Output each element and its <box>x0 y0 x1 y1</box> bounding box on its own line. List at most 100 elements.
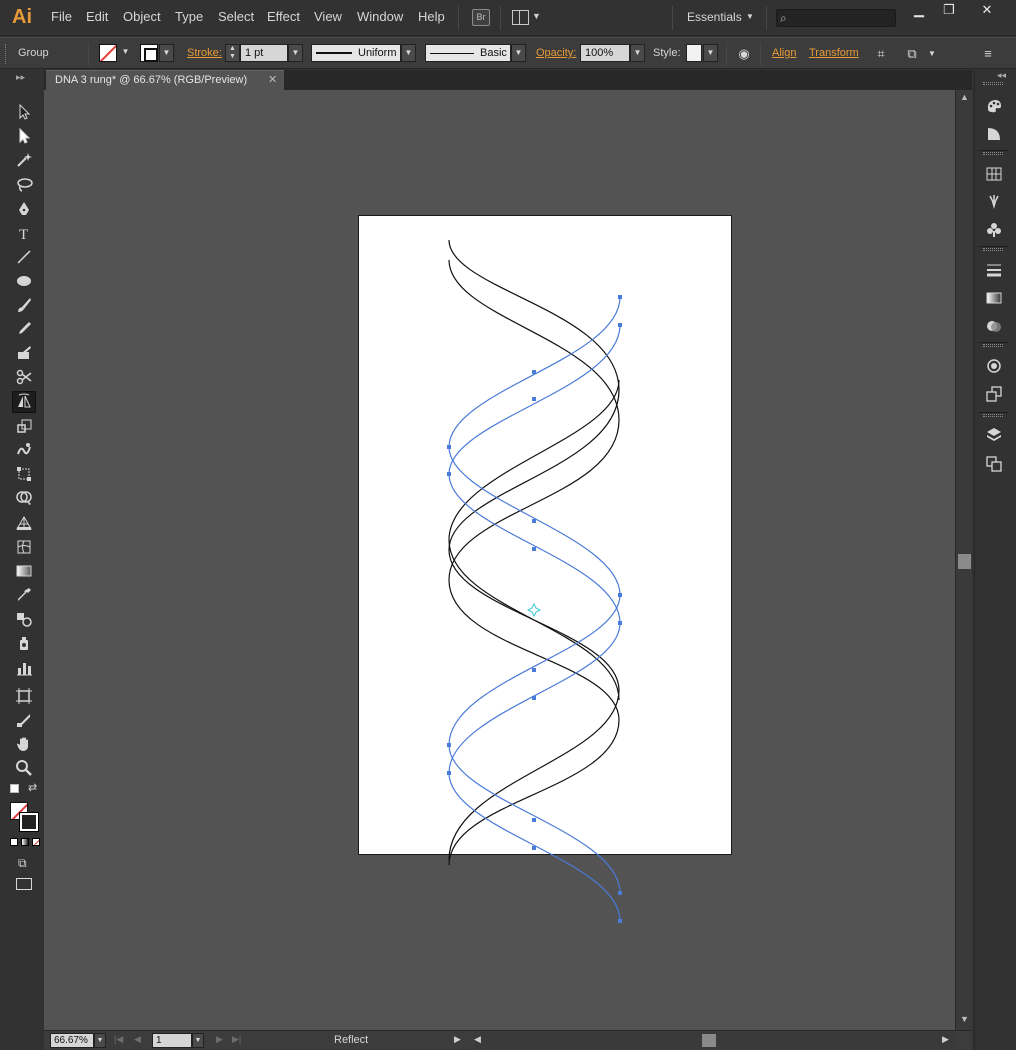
default-fill-stroke-icon[interactable] <box>10 784 19 793</box>
chevron-down-icon[interactable]: ▼ <box>630 44 645 62</box>
panel-group-grip[interactable] <box>983 344 1003 347</box>
anchor-point[interactable] <box>447 472 451 476</box>
reflect-origin-icon[interactable] <box>526 602 542 618</box>
menu-help[interactable]: Help <box>418 9 445 24</box>
chevron-down-icon[interactable]: ▼ <box>532 11 541 21</box>
swap-fill-stroke-icon[interactable]: ⇄ <box>28 781 37 794</box>
panel-color[interactable] <box>983 95 1005 117</box>
next-artboard-icon[interactable]: ▶ <box>216 1034 223 1045</box>
artwork[interactable] <box>44 90 955 1030</box>
horizontal-scrollbar[interactable]: ◀ ▶ <box>474 1032 954 1049</box>
brush-definition[interactable]: Basic <box>425 44 511 62</box>
panel-gradient-panel[interactable] <box>983 287 1005 309</box>
chevron-down-icon[interactable]: ▼ <box>703 44 718 62</box>
panel-group-grip[interactable] <box>983 414 1003 417</box>
menu-edit[interactable]: Edit <box>86 9 108 24</box>
tool-ellipse[interactable] <box>12 270 36 292</box>
tool-direct-selection[interactable] <box>12 125 36 147</box>
scroll-left-icon[interactable]: ◀ <box>474 1034 481 1045</box>
color-mode-icon[interactable] <box>10 838 18 846</box>
panel-graphic-styles[interactable] <box>983 383 1005 405</box>
tool-paintbrush[interactable] <box>12 294 36 316</box>
variable-width-profile[interactable]: Uniform <box>311 44 401 62</box>
chevron-down-icon[interactable]: ▼ <box>924 46 940 62</box>
fill-swatch[interactable] <box>99 44 117 62</box>
tool-pencil[interactable] <box>12 318 36 340</box>
anchor-point[interactable] <box>532 547 536 551</box>
draw-mode-icon[interactable]: ⧉ <box>18 856 27 871</box>
vertical-scrollbar[interactable]: ▲ ▼ <box>955 90 972 1030</box>
transform-panel-link[interactable]: Transform <box>809 47 859 59</box>
menu-file[interactable]: File <box>51 9 72 24</box>
panel-brushes[interactable] <box>983 191 1005 213</box>
tool-scale[interactable] <box>12 415 36 437</box>
helix-strand-selected-1[interactable] <box>448 296 621 894</box>
horizontal-scroll-thumb[interactable] <box>702 1034 716 1047</box>
chevron-down-icon[interactable]: ▼ <box>401 44 416 62</box>
stroke-weight-stepper[interactable]: ▲ ▼ <box>225 44 240 62</box>
tool-magic-wand[interactable] <box>12 149 36 171</box>
artboard-number-field[interactable]: 1 <box>152 1033 192 1048</box>
tool-shape-builder[interactable] <box>12 487 36 509</box>
stroke-weight-field[interactable]: 1 pt <box>240 44 288 62</box>
panel-color-guide[interactable] <box>983 123 1005 145</box>
tool-artboard[interactable] <box>12 685 36 707</box>
tool-blend[interactable] <box>12 608 36 630</box>
tool-mesh[interactable] <box>12 536 36 558</box>
anchor-point[interactable] <box>618 323 622 327</box>
chevron-down-icon[interactable]: ▼ <box>192 1033 204 1048</box>
anchor-point[interactable] <box>447 743 451 747</box>
tool-blob-brush[interactable] <box>12 342 36 364</box>
zoom-field[interactable]: 66.67% <box>50 1033 94 1048</box>
expand-panels-icon[interactable]: ◂◂ <box>997 70 1006 81</box>
panel-group-grip[interactable] <box>983 248 1003 251</box>
chevron-down-icon[interactable]: ▼ <box>746 12 754 21</box>
anchor-point[interactable] <box>447 771 451 775</box>
stroke-color-icon[interactable] <box>19 812 39 832</box>
panel-transparency[interactable] <box>983 315 1005 337</box>
vertical-scroll-thumb[interactable] <box>958 554 971 569</box>
chevron-down-icon[interactable]: ▼ <box>159 44 174 62</box>
scroll-right-icon[interactable]: ▶ <box>942 1034 949 1045</box>
first-artboard-icon[interactable]: |◀ <box>114 1034 123 1045</box>
anchor-point[interactable] <box>618 891 622 895</box>
tool-scissors[interactable] <box>12 366 36 388</box>
previous-artboard-icon[interactable]: ◀ <box>134 1034 141 1045</box>
restore-button[interactable]: ❐ <box>934 2 964 18</box>
stroke-swatch[interactable] <box>140 44 158 62</box>
menu-view[interactable]: View <box>314 9 342 24</box>
anchor-point[interactable] <box>618 593 622 597</box>
canvas[interactable] <box>44 90 955 1030</box>
grip[interactable] <box>5 44 8 64</box>
recolor-artwork-icon[interactable]: ◉ <box>736 46 752 62</box>
panel-group-grip[interactable] <box>983 152 1003 155</box>
tool-perspective-grid[interactable] <box>12 512 36 534</box>
graphic-style-swatch[interactable] <box>686 44 702 62</box>
menu-effect[interactable]: Effect <box>267 9 300 24</box>
tool-reflect[interactable] <box>12 391 36 413</box>
chevron-right-icon[interactable]: ▶ <box>454 1034 461 1045</box>
screen-mode-icon[interactable] <box>16 878 32 890</box>
chevron-down-icon[interactable]: ▼ <box>511 44 526 62</box>
chevron-down-icon[interactable]: ▼ <box>118 44 133 62</box>
tool-lasso[interactable] <box>12 174 36 196</box>
anchor-point[interactable] <box>532 519 536 523</box>
select-similar-icon[interactable]: ⧉ <box>904 46 920 62</box>
tool-zoom[interactable] <box>12 757 36 779</box>
tool-symbol-sprayer[interactable] <box>12 632 36 654</box>
document-tab[interactable]: DNA 3 rung* @ 66.67% (RGB/Preview) ✕ <box>46 70 284 90</box>
gradient-mode-icon[interactable] <box>21 838 29 846</box>
status-current-tool[interactable]: Reflect <box>334 1034 368 1046</box>
workspace-switcher[interactable]: Essentials <box>687 10 742 24</box>
tool-gradient[interactable] <box>12 560 36 582</box>
opacity-panel-link[interactable]: Opacity: <box>536 47 576 59</box>
panel-layers[interactable] <box>983 424 1005 446</box>
panel-swatches[interactable] <box>983 163 1005 185</box>
tool-slice[interactable] <box>12 709 36 731</box>
tool-free-transform[interactable] <box>12 463 36 485</box>
tool-hand[interactable] <box>12 733 36 755</box>
anchor-point[interactable] <box>618 621 622 625</box>
anchor-point[interactable] <box>532 397 536 401</box>
anchor-point[interactable] <box>532 668 536 672</box>
panel-group-grip[interactable] <box>983 82 1003 85</box>
